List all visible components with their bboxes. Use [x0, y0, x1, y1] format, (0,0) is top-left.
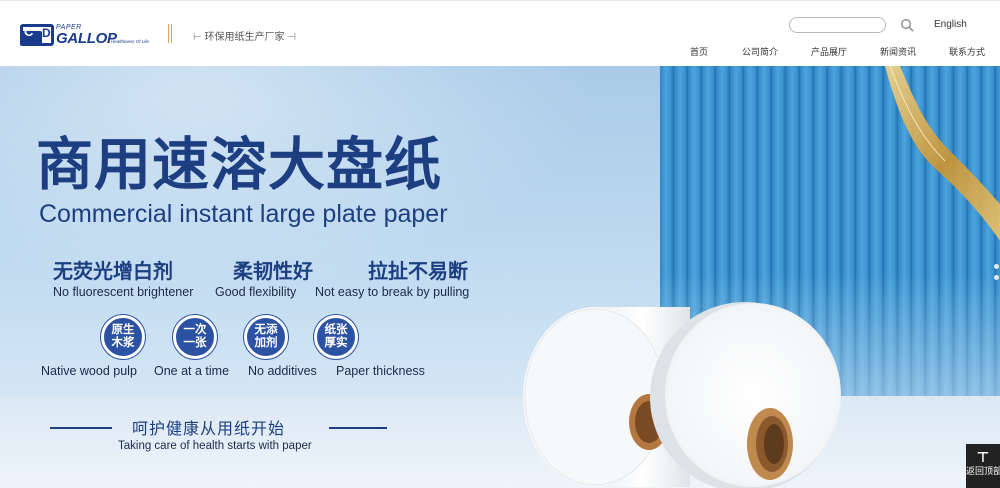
badge-text: 纸张厚实 — [324, 324, 348, 349]
badge-caption: Native wood pulp — [41, 364, 137, 378]
slogan-rule-left — [50, 427, 112, 429]
language-switch-link[interactable]: English — [934, 19, 967, 30]
back-to-top-label: 返回顶部 — [966, 466, 1000, 476]
header-divider — [168, 24, 172, 43]
logo-mark-d: D — [42, 26, 51, 40]
site-header: C D PAPER GALLOP Healthiness Of Life ⊢ 环… — [0, 0, 1000, 66]
banner-title-en: Commercial instant large plate paper — [39, 200, 448, 228]
slider-dot[interactable] — [994, 275, 999, 280]
feature-en: Not easy to break by pulling — [315, 285, 470, 299]
slogan-text: 环保用纸生产厂家 — [204, 32, 285, 43]
banner-slogan-cn: 呵护健康从用纸开始 — [132, 421, 286, 438]
logo-mark-c: C — [24, 24, 34, 39]
search-input[interactable] — [789, 17, 886, 33]
badge-no-additives: 无添加剂 — [244, 315, 288, 359]
banner-slogan-en: Taking care of health starts with paper — [118, 440, 312, 452]
banner-title-cn: 商用速溶大盘纸 — [36, 131, 442, 198]
main-nav: 首页 公司简介 产品展厅 新闻资讯 联系方式 — [0, 45, 1000, 59]
slogan-rule-right — [329, 427, 387, 429]
hero-banner[interactable]: 商用速溶大盘纸 Commercial instant large plate p… — [0, 66, 1000, 488]
slogan-deco-right-icon: ⊣ — [284, 32, 296, 43]
header-slogan: ⊢ 环保用纸生产厂家 ⊣ — [193, 28, 296, 43]
feature-cn: 无荧光增白剂 — [53, 261, 173, 283]
badge-caption: One at a time — [154, 364, 230, 378]
gold-ribbon-decoration — [885, 66, 1000, 241]
badge-caption: Paper thickness — [336, 364, 425, 378]
search-icon[interactable] — [900, 18, 914, 32]
arrow-up-icon: ⊤ — [976, 449, 990, 465]
back-to-top-button[interactable]: ⊤ 返回顶部 — [966, 444, 1000, 488]
feature-cn: 拉扯不易断 — [368, 261, 468, 283]
badge-thickness: 纸张厚实 — [314, 315, 358, 359]
badge-caption: No additives — [248, 364, 317, 378]
badge-text: 原生木浆 — [111, 324, 135, 349]
logo-tagline: Healthiness Of Life — [111, 39, 150, 44]
feature-cn: 柔韧性好 — [233, 261, 313, 283]
nav-item-contact[interactable]: 联系方式 — [949, 45, 985, 58]
slogan-deco-left-icon: ⊢ — [193, 32, 205, 43]
badge-one-sheet: 一次一张 — [173, 315, 217, 359]
feature-en: Good flexibility — [215, 285, 297, 299]
slider-dots — [994, 264, 1000, 304]
nav-item-about[interactable]: 公司简介 — [742, 45, 778, 58]
paper-roll-right — [650, 302, 841, 488]
badge-wood-pulp: 原生木浆 — [101, 315, 145, 359]
feature-en: No fluorescent brightener — [53, 285, 194, 299]
nav-item-products[interactable]: 产品展厅 — [811, 45, 847, 58]
nav-item-news[interactable]: 新闻资讯 — [880, 45, 916, 58]
nav-item-home[interactable]: 首页 — [690, 45, 708, 58]
slider-dot[interactable] — [994, 264, 999, 269]
badge-text: 一次一张 — [183, 324, 207, 349]
page: C D PAPER GALLOP Healthiness Of Life ⊢ 环… — [0, 0, 1000, 488]
badge-text: 无添加剂 — [254, 324, 278, 349]
